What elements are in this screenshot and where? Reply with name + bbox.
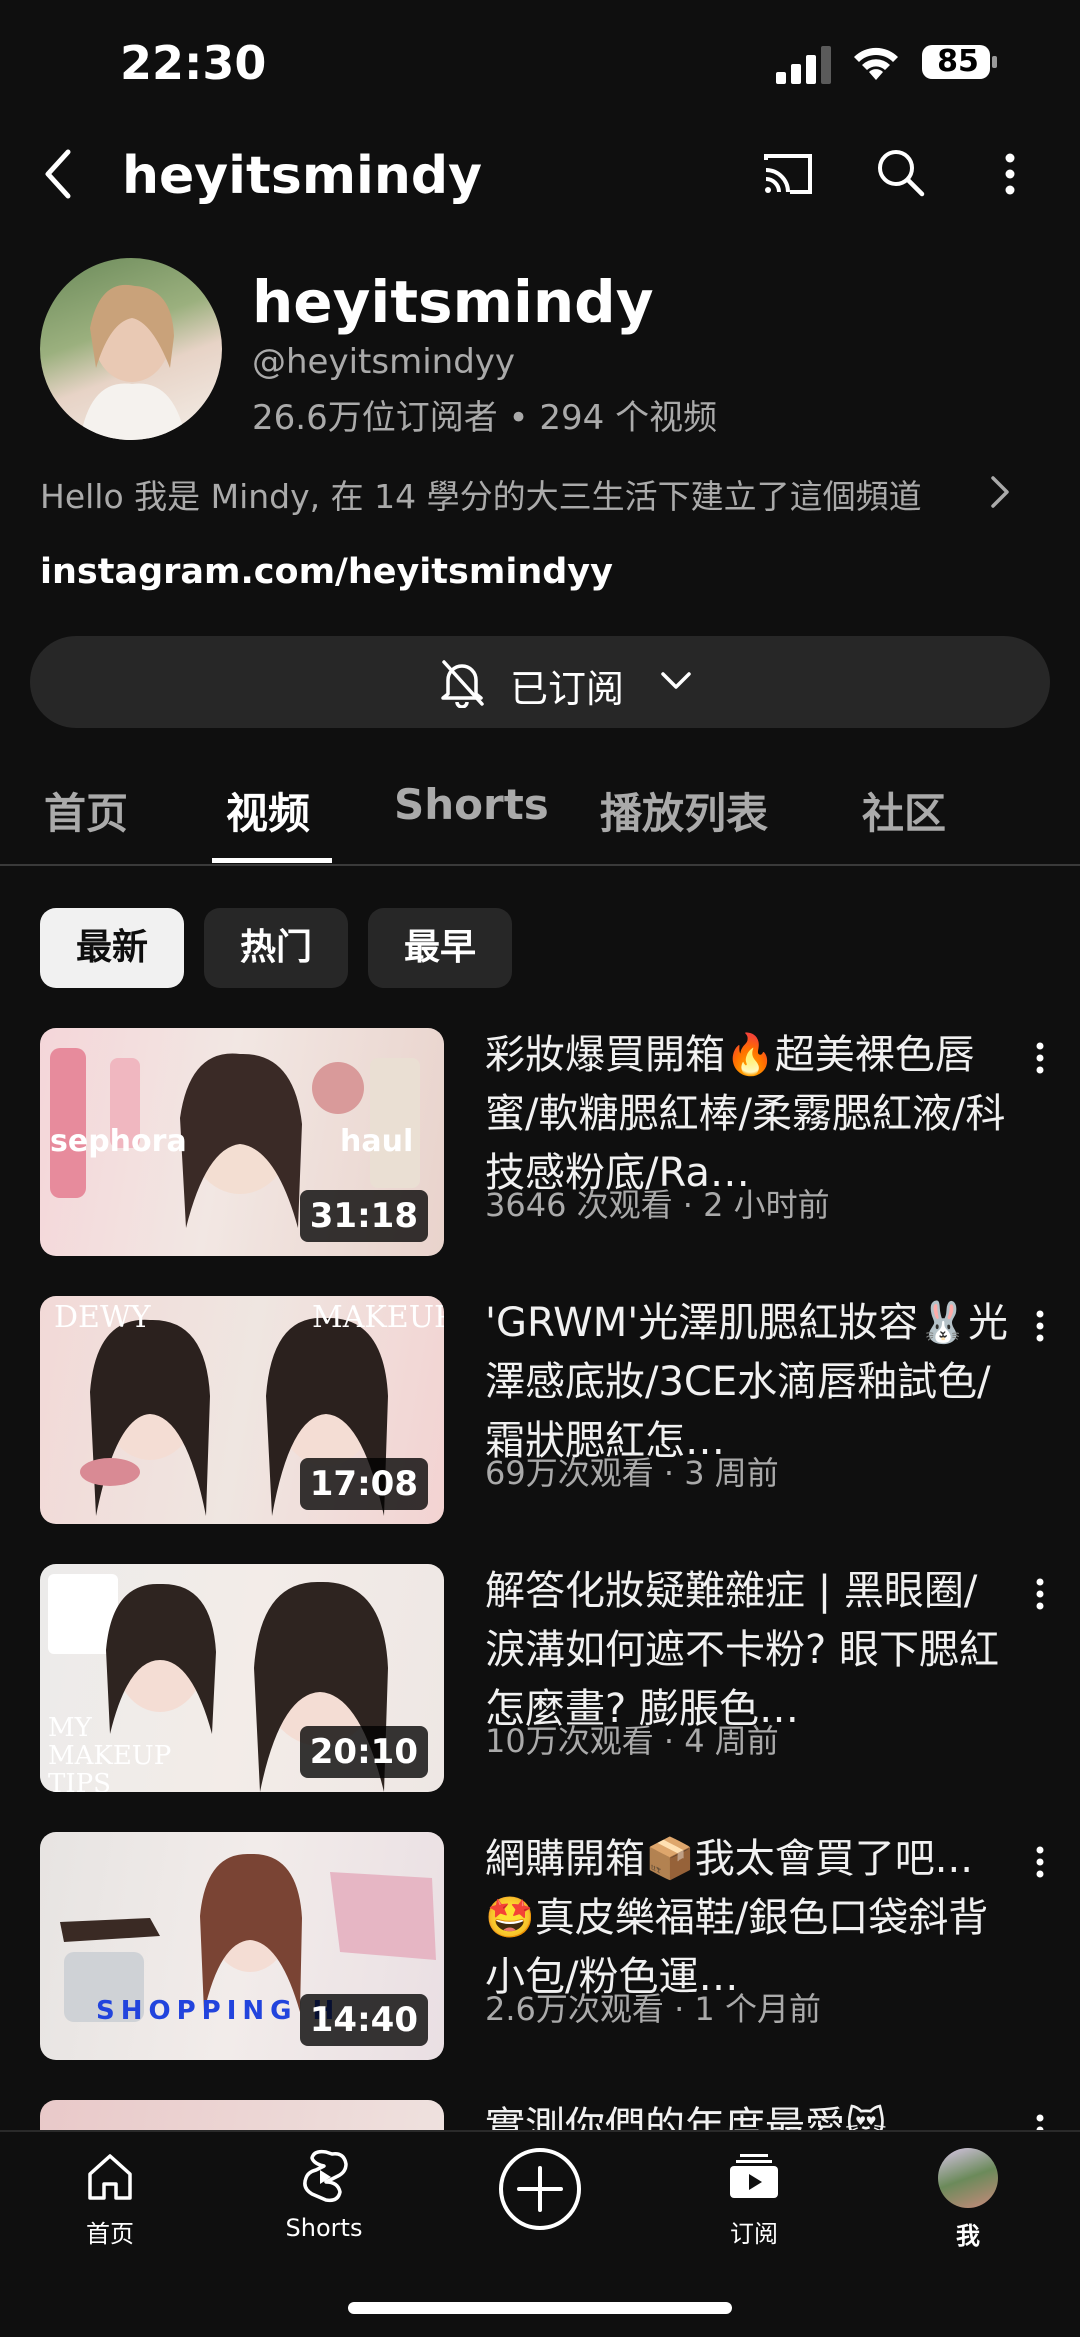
- cast-icon[interactable]: [760, 146, 816, 202]
- nav-home-label: 首页: [86, 2220, 134, 2248]
- chip-oldest[interactable]: 最早: [368, 908, 512, 988]
- channel-name: heyitsmindy: [252, 268, 654, 336]
- thumbnail-text-right: haul: [340, 1124, 414, 1159]
- tab-playlists[interactable]: 播放列表: [600, 780, 768, 841]
- video-item[interactable]: DEWY MAKEUP 17:08 'GRWM'光澤肌腮紅妝容🐰光澤感底妝/3C…: [0, 1296, 1080, 1536]
- video-thumbnail[interactable]: sephora haul 31:18: [40, 1028, 444, 1256]
- nav-me[interactable]: 我: [888, 2148, 1048, 2258]
- video-meta: 2.6万次观看 · 1 个月前: [485, 1990, 821, 2028]
- video-duration: 14:40: [299, 1994, 428, 2046]
- tab-home[interactable]: 首页: [44, 780, 128, 841]
- more-options-icon[interactable]: [996, 144, 1024, 204]
- video-item[interactable]: SHOPPING H 14:40 網購開箱📦我太會買了吧...🤩真皮樂福鞋/銀色…: [0, 1832, 1080, 2072]
- chevron-down-icon: [661, 672, 691, 689]
- thumbnail-text-left: MY MAKEUP TIPS: [48, 1713, 172, 1792]
- signal-icon: [776, 46, 831, 84]
- more-options-icon[interactable]: [1030, 1038, 1050, 1078]
- active-tab-indicator: [212, 858, 332, 863]
- nav-me-label: 我: [956, 2222, 980, 2250]
- video-title[interactable]: 解答化妝疑難雜症 | 黑眼圈/淚溝如何遮不卡粉? 眼下腮紅怎麼畫? 膨脹色…: [485, 1562, 1015, 1739]
- nav-subscriptions-label: 订阅: [730, 2220, 778, 2248]
- video-item[interactable]: MY MAKEUP TIPS 20:10 解答化妝疑難雜症 | 黑眼圈/淚溝如何…: [0, 1564, 1080, 1804]
- video-meta: 69万次观看 · 3 周前: [485, 1454, 779, 1492]
- video-meta: 3646 次观看 · 2 小时前: [485, 1186, 830, 1224]
- video-duration: 31:18: [299, 1190, 428, 1242]
- channel-tabs: 首页 视频 Shorts 播放列表 社区: [0, 770, 1080, 866]
- video-thumbnail[interactable]: SHOPPING H 14:40: [40, 1832, 444, 2060]
- create-icon[interactable]: [497, 2146, 583, 2232]
- more-options-icon[interactable]: [1030, 1306, 1050, 1346]
- wifi-icon: [854, 47, 898, 80]
- channel-description[interactable]: Hello 我是 Mindy, 在 14 學分的大三生活下建立了這個頻道: [40, 470, 922, 518]
- video-duration: 20:10: [299, 1726, 428, 1778]
- nav-home[interactable]: 首页: [30, 2148, 190, 2258]
- thumbnail-text-left: sephora: [50, 1124, 187, 1159]
- home-icon: [88, 2154, 132, 2200]
- thumbnail-text-left: DEWY: [54, 1300, 151, 1335]
- app-bar-title: heyitsmindy: [122, 146, 482, 206]
- channel-stats: 26.6万位订阅者 • 294 个视频: [252, 398, 718, 438]
- channel-link[interactable]: instagram.com/heyitsmindyy: [40, 552, 613, 592]
- status-time: 22:30: [120, 36, 267, 90]
- nav-shorts[interactable]: Shorts: [244, 2148, 404, 2258]
- tab-videos[interactable]: 视频: [226, 780, 310, 841]
- tab-shorts[interactable]: Shorts: [394, 780, 549, 829]
- bell-off-icon: [441, 660, 484, 708]
- app-bar: heyitsmindy: [0, 130, 1080, 220]
- video-title[interactable]: 網購開箱📦我太會買了吧...🤩真皮樂福鞋/銀色口袋斜背小包/粉色運…: [485, 1830, 1015, 2007]
- tab-community[interactable]: 社区: [862, 780, 946, 841]
- video-thumbnail[interactable]: MY MAKEUP TIPS 20:10: [40, 1564, 444, 1792]
- nav-shorts-label: Shorts: [285, 2214, 363, 2242]
- chevron-right-icon[interactable]: [988, 474, 1012, 510]
- chip-latest[interactable]: 最新: [40, 908, 184, 988]
- video-duration: 17:08: [299, 1458, 428, 1510]
- chip-popular[interactable]: 热门: [204, 908, 348, 988]
- search-icon[interactable]: [872, 144, 928, 200]
- video-title[interactable]: 'GRWM'光澤肌腮紅妝容🐰光澤感底妝/3CE水滴唇釉試色/霜狀腮紅怎…: [485, 1294, 1015, 1471]
- avatar: [938, 2148, 998, 2208]
- subscriptions-icon: [730, 2154, 778, 2198]
- shorts-icon: [303, 2149, 348, 2203]
- subscribed-label: 已订阅: [510, 667, 625, 711]
- back-arrow-icon[interactable]: [38, 144, 78, 204]
- subscribed-button[interactable]: 已订阅: [30, 636, 1050, 728]
- video-item[interactable]: sephora haul 31:18 彩妝爆買開箱🔥超美裸色唇蜜/軟糖腮紅棒/柔…: [0, 1028, 1080, 1268]
- avatar-image: [80, 284, 186, 440]
- video-meta: 10万次观看 · 4 周前: [485, 1722, 779, 1760]
- battery-level: 85: [937, 44, 979, 79]
- nav-subscriptions[interactable]: 订阅: [674, 2148, 834, 2258]
- status-bar: 22:30 85: [0, 0, 1080, 120]
- video-title[interactable]: 彩妝爆買開箱🔥超美裸色唇蜜/軟糖腮紅棒/柔霧腮紅液/科技感粉底/Ra…: [485, 1026, 1015, 1203]
- channel-avatar[interactable]: [40, 258, 222, 440]
- thumbnail-text-right: MAKEUP: [312, 1300, 444, 1335]
- home-indicator: [348, 2302, 732, 2314]
- more-options-icon[interactable]: [1030, 1574, 1050, 1614]
- more-options-icon[interactable]: [1030, 1842, 1050, 1882]
- channel-handle: @heyitsmindyy: [252, 342, 516, 382]
- video-thumbnail[interactable]: DEWY MAKEUP 17:08: [40, 1296, 444, 1524]
